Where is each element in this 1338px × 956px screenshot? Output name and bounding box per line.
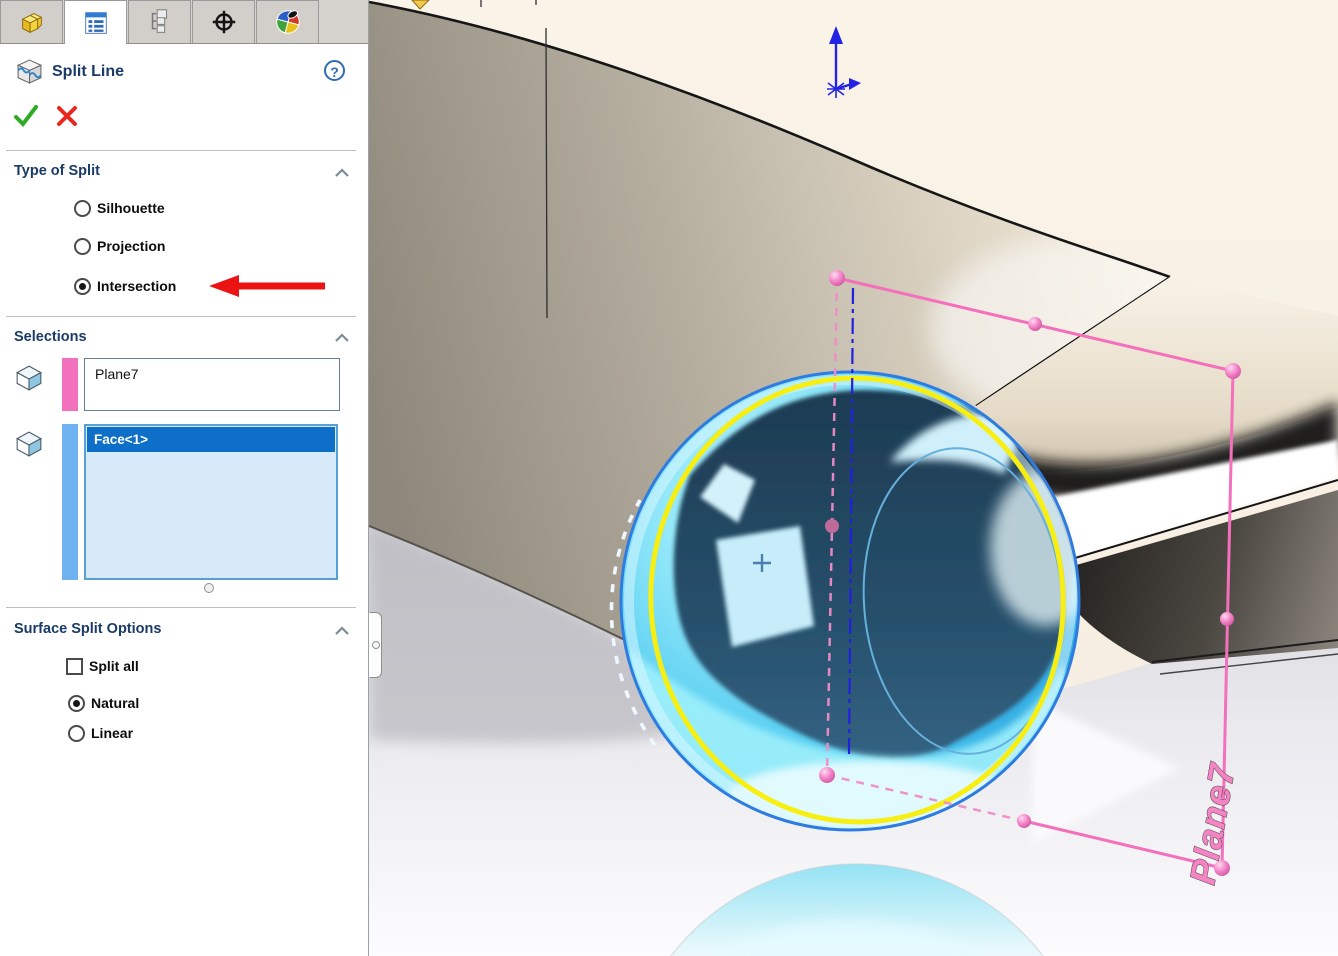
manager-tabbar — [0, 0, 368, 44]
radio-label: Natural — [91, 695, 139, 711]
section-selections: Selections — [14, 329, 87, 345]
help-icon[interactable]: ? — [324, 60, 345, 81]
chevron-up-icon[interactable] — [334, 626, 350, 636]
section-type-of-split: Type of Split — [14, 163, 100, 179]
chevron-up-icon[interactable] — [334, 168, 350, 178]
checkbox-icon[interactable] — [66, 658, 83, 675]
tab-featuremanager[interactable] — [0, 0, 63, 43]
plane-mid-handle — [1220, 612, 1234, 626]
face-selection-listbox[interactable]: Face<1> — [84, 424, 338, 580]
cancel-button[interactable] — [56, 105, 78, 127]
chevron-up-icon[interactable] — [334, 333, 350, 343]
plane-selection-value: Plane7 — [95, 366, 139, 382]
configurationmanager-icon — [145, 7, 175, 37]
red-arrow-annotation — [205, 272, 331, 300]
tab-propertymanager[interactable] — [64, 0, 127, 44]
radio-icon[interactable] — [74, 278, 91, 295]
page-title: Split Line — [52, 63, 124, 81]
plane-corner-handle — [1225, 363, 1241, 379]
radio-silhouette[interactable]: Silhouette — [74, 197, 165, 219]
displaymanager-icon — [273, 7, 303, 37]
radio-intersection[interactable]: Intersection — [74, 275, 176, 297]
section-surface-split-options: Surface Split Options — [14, 621, 161, 637]
separator — [6, 607, 356, 608]
face-selection-colorbar — [62, 424, 78, 580]
separator — [6, 150, 356, 151]
radio-linear[interactable]: Linear — [68, 722, 133, 744]
radio-natural[interactable]: Natural — [68, 692, 139, 714]
window-reflection-large — [716, 526, 814, 647]
tab-displaymanager[interactable] — [256, 0, 319, 43]
radio-projection[interactable]: Projection — [74, 235, 165, 257]
checkbox-label: Split all — [89, 658, 139, 674]
plane-corner-handle — [829, 270, 845, 286]
face-filter-icon — [15, 430, 43, 458]
plane-mid-handle — [1017, 814, 1031, 828]
plane-corner-handle — [819, 767, 835, 783]
plane-mid-handle — [1028, 317, 1042, 331]
radio-label: Intersection — [97, 278, 176, 294]
handle-dot-icon — [372, 641, 380, 649]
radio-icon[interactable] — [74, 200, 91, 217]
propertymanager-icon — [81, 8, 111, 38]
radio-icon[interactable] — [68, 725, 85, 742]
tab-dimxpertmanager[interactable] — [192, 0, 255, 43]
tab-configurationmanager[interactable] — [128, 0, 191, 43]
list-item-selected[interactable]: Face<1> — [87, 427, 335, 452]
part-icon — [17, 7, 47, 37]
split-line-icon — [16, 58, 43, 85]
plane-mid-handle — [825, 519, 839, 533]
plane-selection-box[interactable]: Plane7 — [84, 358, 340, 411]
radio-label: Linear — [91, 725, 133, 741]
ok-button[interactable] — [13, 103, 39, 129]
radio-label: Silhouette — [97, 200, 165, 216]
checkbox-split-all[interactable]: Split all — [66, 655, 139, 677]
radio-icon[interactable] — [68, 695, 85, 712]
listbox-resize-handle[interactable] — [204, 583, 214, 593]
propertymanager-panel: Split Line ? Type of Split Silhouette Pr… — [0, 0, 369, 956]
plane-selection-colorbar — [62, 358, 78, 411]
dimxpert-icon — [209, 7, 239, 37]
radio-label: Projection — [97, 238, 165, 254]
radio-icon[interactable] — [74, 238, 91, 255]
plane-filter-icon — [15, 364, 43, 392]
separator — [6, 316, 356, 317]
panel-resize-handle[interactable] — [369, 612, 382, 678]
